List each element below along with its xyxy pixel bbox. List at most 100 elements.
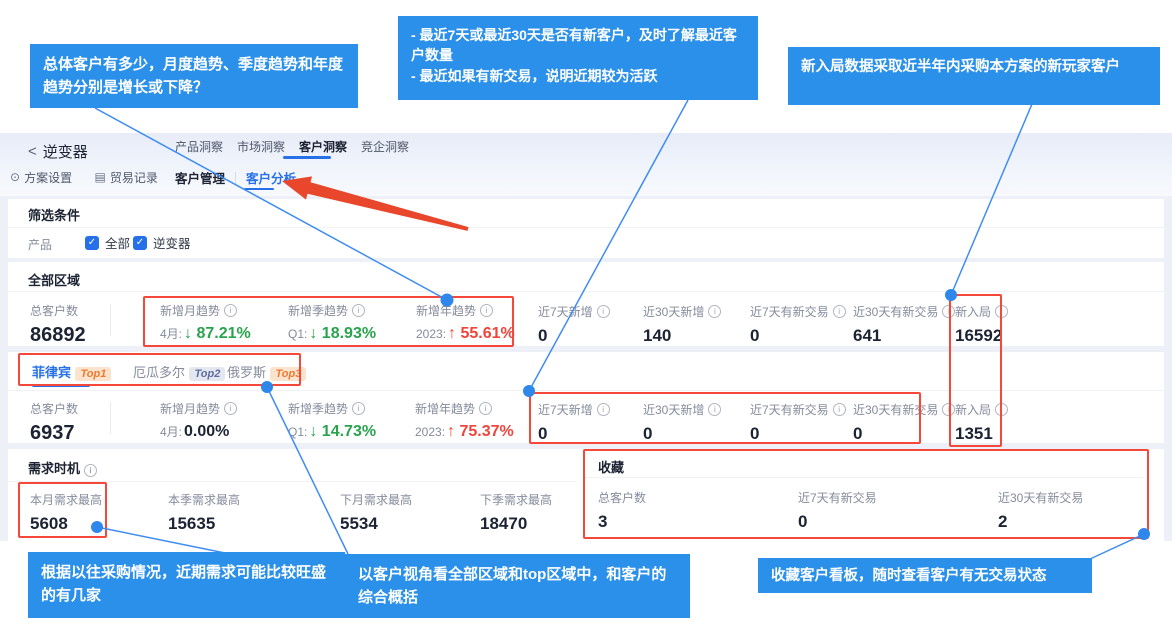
page: < 逆变器 ⊙ 方案设置 ▤ 贸易记录 产品洞察 市场洞察 客户洞察 竞企洞察 … <box>0 0 1172 626</box>
annotation-text: 以客户视角看全部区域和top区域中，和客户的综合概括 <box>358 563 677 610</box>
stat-demand-next-month: 下月需求最高 5534 <box>340 491 412 534</box>
stat-trade-7d: 近7天有新交易 0 <box>750 303 846 346</box>
info-icon[interactable] <box>597 305 610 318</box>
stat-value: 1351 <box>955 424 1008 444</box>
divider <box>8 390 1164 391</box>
tab-competitor-insight[interactable]: 竞企洞察 <box>361 138 409 155</box>
stat-value: 641 <box>853 326 955 346</box>
annotation-bottom-left: 根据以往采购情况，近期需求可能比较旺盛的有几家 <box>28 552 345 618</box>
region-tab-label: 菲律宾 <box>32 365 71 380</box>
info-icon[interactable] <box>224 304 237 317</box>
stat-label: 下月需求最高 <box>340 491 412 508</box>
stat-value: 0 <box>750 326 846 346</box>
arrow-down-icon: ↓ <box>309 325 317 342</box>
trend-prefix: Q1: <box>288 425 307 439</box>
subtab-customer-management[interactable]: 客户管理 <box>175 168 225 187</box>
stat-label: 本季需求最高 <box>168 491 240 508</box>
stat-label: 新入局 <box>955 303 991 320</box>
info-icon[interactable] <box>942 403 955 416</box>
stat-label: 近30天新增 <box>643 303 704 320</box>
tab-product-insight[interactable]: 产品洞察 <box>175 138 223 155</box>
stat-new-30d: 近30天新增 140 <box>643 303 721 346</box>
annotation-text: - 最近7天或最近30天是否有新客户，及时了解最近客户数量 <box>411 25 745 66</box>
trade-records-button[interactable]: ▤ 贸易记录 <box>95 169 158 186</box>
info-icon[interactable] <box>352 304 365 317</box>
info-icon[interactable] <box>942 305 955 318</box>
checkbox-checked-icon <box>133 236 147 250</box>
stat-value: 140 <box>643 326 721 346</box>
divider <box>585 477 1143 478</box>
region-tab-ecuador[interactable]: 厄瓜多尔 Top2 <box>133 362 225 382</box>
stat-value: 6937 <box>30 422 78 445</box>
stat-trade-7d: 近7天有新交易 0 <box>750 401 846 444</box>
region-tab-russia[interactable]: 俄罗斯 Top3 <box>227 362 306 382</box>
tab-customer-insight[interactable]: 客户洞察 <box>299 138 347 155</box>
all-region-title: 全部区域 <box>28 270 80 289</box>
stat-label: 近7天新增 <box>538 303 593 320</box>
info-icon[interactable] <box>995 305 1008 318</box>
stat-label: 近30天有新交易 <box>998 489 1083 506</box>
trend-prefix: 2023: <box>415 425 445 439</box>
trend-value: ↑ 55.61% <box>448 325 515 342</box>
plan-settings-button[interactable]: ⊙ 方案设置 <box>10 169 72 186</box>
stat-value: 3 <box>598 512 646 532</box>
active-subtab-underline <box>244 188 274 190</box>
stat-label: 近7天有新交易 <box>750 303 829 320</box>
trade-records-label: 贸易记录 <box>110 169 158 186</box>
region-tab-philippines[interactable]: 菲律宾 Top1 <box>32 362 111 382</box>
back-button[interactable]: < 逆变器 <box>28 141 88 162</box>
arrow-up-icon: ↑ <box>447 423 455 440</box>
stat-fav-trade-30d: 近30天有新交易 2 <box>998 489 1083 532</box>
stat-monthly-trend: 新增月趋势 4月:↓ 87.21% <box>160 302 251 343</box>
annotation-text: 新入局数据采取近半年内采购本方案的新玩家客户 <box>801 56 1147 78</box>
info-icon[interactable] <box>833 403 846 416</box>
chevron-left-icon: < <box>28 143 37 160</box>
checkbox-all[interactable]: 全部 <box>85 233 130 252</box>
stat-label: 总客户数 <box>30 302 78 319</box>
stat-label: 新增月趋势 <box>160 400 220 417</box>
info-icon[interactable] <box>352 402 365 415</box>
trend-prefix: 2023: <box>416 327 446 341</box>
active-region-tab-underline <box>32 384 90 387</box>
info-icon[interactable] <box>597 403 610 416</box>
info-icon[interactable] <box>833 305 846 318</box>
region-tab-label: 俄罗斯 <box>227 365 266 380</box>
top1-badge: Top1 <box>75 367 111 381</box>
info-icon[interactable] <box>84 464 97 477</box>
stat-fav-trade-7d: 近7天有新交易 0 <box>798 489 877 532</box>
stat-label: 新增季趋势 <box>288 302 348 319</box>
stat-trade-30d: 近30天有新交易 0 <box>853 401 955 444</box>
divider <box>8 227 1164 228</box>
info-icon[interactable] <box>479 402 492 415</box>
checkbox-inverter[interactable]: 逆变器 <box>133 233 191 252</box>
stat-label: 新入局 <box>955 401 991 418</box>
page-margin <box>1164 196 1172 541</box>
info-icon[interactable] <box>224 402 237 415</box>
info-icon[interactable] <box>480 304 493 317</box>
document-icon: ▤ <box>95 170 106 184</box>
annotation-top-right: 新入局数据采取近半年内采购本方案的新玩家客户 <box>788 47 1160 105</box>
stat-label: 新增月趋势 <box>160 302 220 319</box>
annotation-top-middle: - 最近7天或最近30天是否有新客户，及时了解最近客户数量 - 最近如果有新交易… <box>398 16 758 100</box>
stat-quarterly-trend: 新增季趋势 Q1:↓ 14.73% <box>288 400 376 441</box>
info-icon[interactable] <box>708 403 721 416</box>
annotation-text: - 最近如果有新交易，说明近期较为活跃 <box>411 66 745 86</box>
info-icon[interactable] <box>995 403 1008 416</box>
stat-new-30d: 近30天新增 0 <box>643 401 721 444</box>
stat-label: 近30天新增 <box>643 401 704 418</box>
tab-market-insight[interactable]: 市场洞察 <box>237 138 285 155</box>
stat-value: 18470 <box>480 514 552 534</box>
checkbox-checked-icon <box>85 236 99 250</box>
stat-value: 86892 <box>30 324 86 347</box>
info-icon[interactable] <box>708 305 721 318</box>
stat-label: 近30天有新交易 <box>853 401 938 418</box>
stat-fav-total: 总客户数 3 <box>598 489 646 532</box>
stat-label: 下季需求最高 <box>480 491 552 508</box>
checkbox-all-label: 全部 <box>105 237 130 251</box>
stat-yearly-trend: 新增年趋势 2023:↑ 55.61% <box>416 302 515 343</box>
trend-value: ↑ 75.37% <box>447 423 514 440</box>
stat-label: 近7天有新交易 <box>798 489 877 506</box>
subtab-customer-analysis[interactable]: 客户分析 <box>246 168 296 187</box>
trend-prefix: 4月: <box>160 327 182 341</box>
trend-value: ↓ 18.93% <box>309 325 376 342</box>
